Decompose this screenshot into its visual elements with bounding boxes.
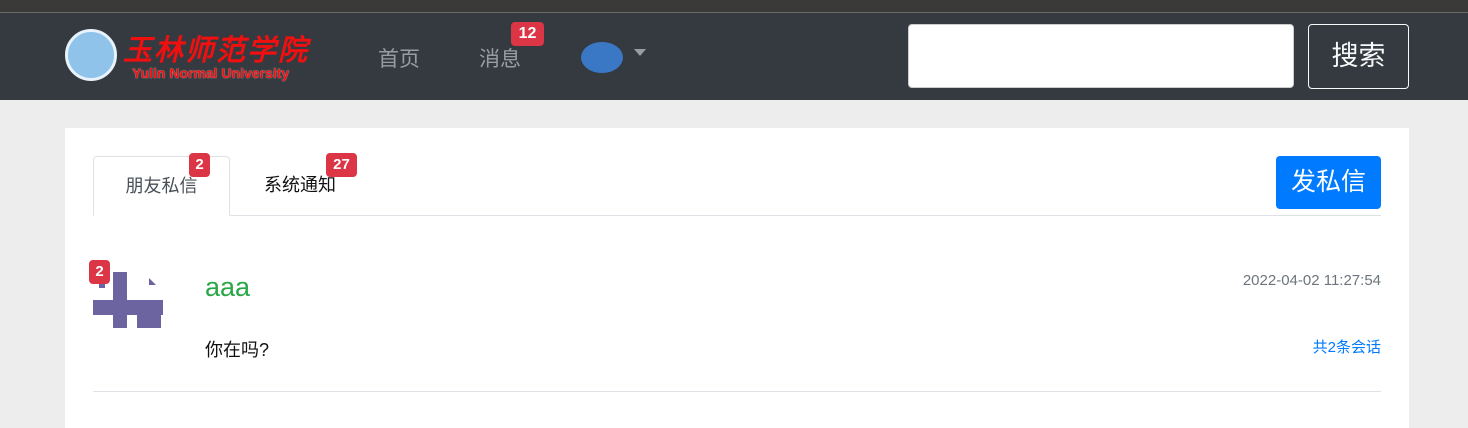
nav-home[interactable]: 首页 xyxy=(378,43,420,73)
user-avatar[interactable] xyxy=(581,42,623,73)
list-item[interactable]: 2 aaa 你在吗? 2022-04-02 11:27:54 共2条会话 xyxy=(89,258,1381,392)
unread-badge: 2 xyxy=(89,260,110,284)
tab-badge: 27 xyxy=(326,153,357,177)
tab-badge: 2 xyxy=(189,153,210,177)
tab-bar: 朋友私信 系统通知 2 27 xyxy=(93,153,1381,216)
search-input[interactable] xyxy=(908,24,1294,88)
message-preview: 你在吗? xyxy=(205,340,270,360)
window-top-bar xyxy=(0,0,1468,13)
timestamp: 2022-04-02 11:27:54 xyxy=(1242,272,1381,289)
messages-card: 朋友私信 系统通知 2 27 发私信 2 aaa 你在吗? 2022-04-02… xyxy=(65,128,1409,428)
navbar: 玉林师范学院 Yulin Normal University 首页 消息 12 … xyxy=(0,13,1468,100)
conversation-count-link[interactable]: 共2条会话 xyxy=(1313,336,1381,357)
nav-messages[interactable]: 消息 xyxy=(479,43,521,73)
seal-icon xyxy=(65,29,117,81)
send-message-button[interactable]: 发私信 xyxy=(1276,156,1381,209)
logo-en: Yulin Normal University xyxy=(132,65,290,81)
caret-down-icon[interactable] xyxy=(634,49,646,56)
messages-badge: 12 xyxy=(511,22,544,46)
university-logo[interactable]: 玉林师范学院 Yulin Normal University xyxy=(65,27,315,85)
sender-name[interactable]: aaa xyxy=(205,272,250,303)
search-button[interactable]: 搜索 xyxy=(1308,24,1409,89)
logo-cn: 玉林师范学院 xyxy=(123,33,310,67)
